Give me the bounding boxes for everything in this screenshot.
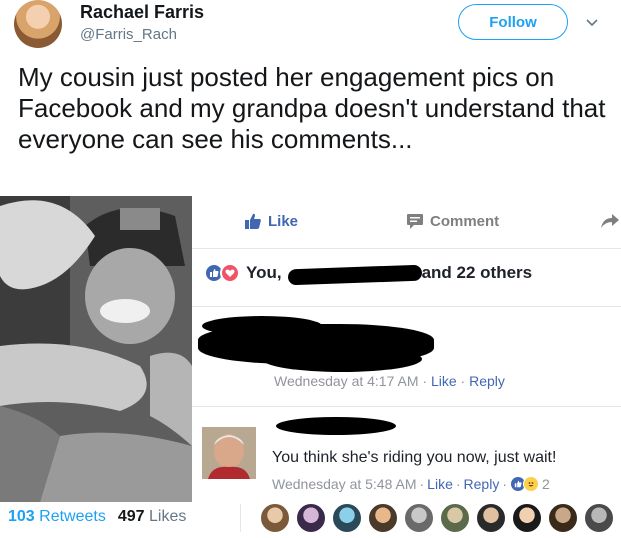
divider	[192, 248, 621, 249]
comment-2-meta: Wednesday at 5:48 AM · Like · Reply · 2	[272, 476, 550, 492]
liker-avatar[interactable]	[476, 503, 506, 533]
author-avatar[interactable]	[14, 0, 62, 48]
separator-dot: ·	[422, 373, 428, 389]
liker-avatar[interactable]	[512, 503, 542, 533]
follow-button[interactable]: Follow	[458, 4, 568, 40]
facebook-share-button[interactable]	[600, 212, 620, 230]
separator-dot: ·	[502, 476, 507, 492]
liker-avatar[interactable]	[260, 503, 290, 533]
comment-icon	[407, 214, 423, 229]
comment-2-text: You think she's riding you now, just wai…	[272, 449, 557, 466]
facebook-comment-label: Comment	[430, 212, 500, 230]
liker-avatar[interactable]	[548, 503, 578, 533]
facebook-comment-button[interactable]: Comment	[406, 212, 499, 230]
redaction-mark	[202, 316, 322, 336]
separator-dot: ·	[455, 476, 461, 492]
photo-image	[0, 196, 192, 502]
author-name[interactable]: Rachael Farris	[80, 2, 204, 23]
haha-reaction-icon	[523, 476, 539, 492]
liker-avatar[interactable]	[404, 503, 434, 533]
retweets-count: 103	[8, 508, 35, 525]
likes-label: Likes	[149, 508, 187, 525]
comment-1-reply-link[interactable]: Reply	[469, 373, 505, 389]
retweets-stat[interactable]: 103 Retweets	[8, 508, 106, 526]
facebook-screenshot: Like Comment You, and 22 others Wednesda…	[192, 196, 621, 502]
comment-1-timestamp: Wednesday at 4:17 AM	[274, 373, 419, 389]
reactions-others-label: and 22 others	[421, 263, 533, 282]
redaction-mark	[262, 346, 422, 372]
comment-2-like-link[interactable]: Like	[427, 476, 453, 492]
comment-2-timestamp: Wednesday at 5:48 AM	[272, 476, 417, 492]
reactions-you-label: You,	[246, 263, 282, 282]
facebook-like-label: Like	[268, 212, 299, 230]
facebook-like-button[interactable]: Like	[244, 212, 298, 230]
divider	[240, 504, 241, 532]
likes-stat[interactable]: 497 Likes	[118, 508, 187, 526]
love-reaction-icon	[220, 263, 240, 283]
thumbs-up-icon	[245, 213, 261, 229]
redaction-mark	[276, 417, 396, 435]
engagement-photo[interactable]	[0, 196, 192, 502]
tweet-stats: 103 Retweets 497 Likes	[8, 508, 186, 526]
liker-avatar[interactable]	[296, 503, 326, 533]
separator-dot: ·	[460, 373, 466, 389]
liker-avatar[interactable]	[332, 503, 362, 533]
grandpa-avatar[interactable]	[202, 427, 256, 479]
liker-avatar[interactable]	[584, 503, 614, 533]
share-arrow-icon	[601, 214, 619, 228]
retweets-label: Retweets	[39, 508, 106, 525]
comment-1-meta: Wednesday at 4:17 AM · Like · Reply	[274, 373, 505, 389]
divider	[192, 406, 621, 407]
tweet-text: My cousin just posted her engagement pic…	[18, 62, 606, 154]
liker-avatar[interactable]	[368, 503, 398, 533]
likes-count: 497	[117, 508, 145, 525]
divider	[192, 306, 621, 307]
separator-dot: ·	[419, 476, 425, 492]
chevron-down-icon[interactable]	[584, 14, 600, 30]
liker-avatars	[260, 503, 614, 533]
comment-2-reaction-count[interactable]: 2	[542, 476, 550, 492]
comment-1-like-link[interactable]: Like	[431, 373, 457, 389]
liker-avatar[interactable]	[440, 503, 470, 533]
facebook-action-bar: Like Comment	[192, 196, 621, 248]
comment-2-reply-link[interactable]: Reply	[464, 476, 500, 492]
author-handle[interactable]: @Farris_Rach	[80, 26, 177, 43]
